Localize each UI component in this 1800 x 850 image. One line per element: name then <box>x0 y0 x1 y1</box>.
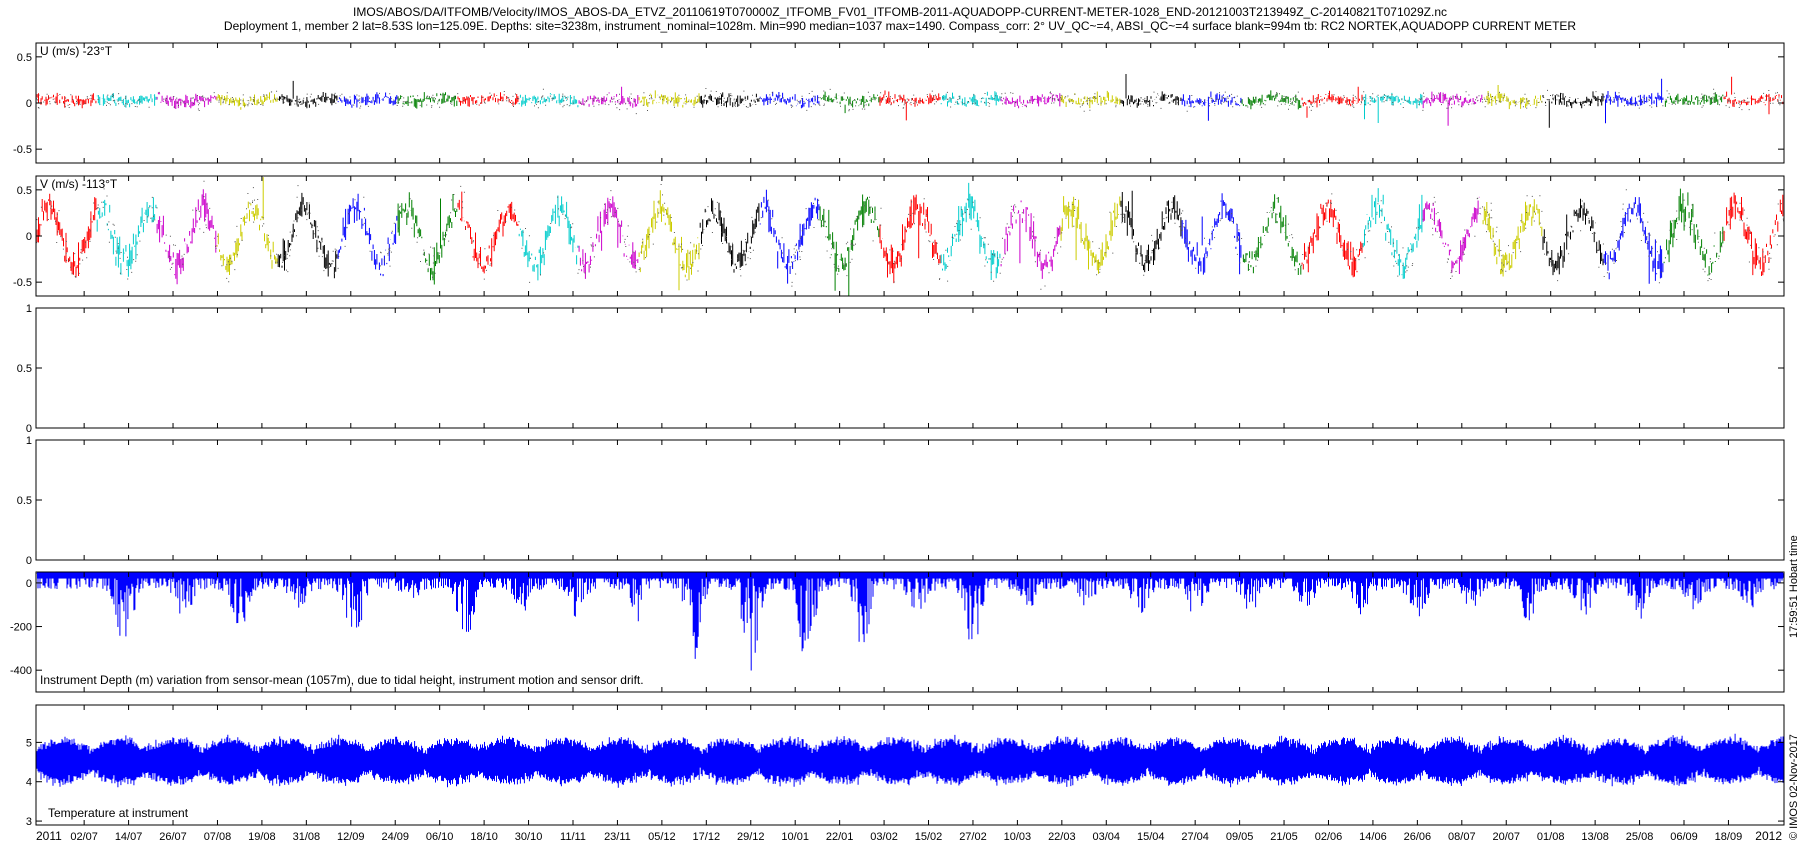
panel-frame <box>35 439 1785 561</box>
series-v-trace <box>156 189 1483 285</box>
y-tick-label: 0 <box>26 578 32 590</box>
series-u-trace <box>397 90 1724 114</box>
y-tick-label: 0 <box>26 423 32 435</box>
x-tick-label: 13/08 <box>1581 831 1609 843</box>
series-v-trace <box>337 189 1664 284</box>
x-tick-label: 20/07 <box>1492 831 1520 843</box>
y-tick-label: 3 <box>26 816 32 828</box>
panel-label-u: U (m/s) -23°T <box>40 44 113 58</box>
imos-copyright-stamp: © IMOS 02-Nov-2017 <box>1788 734 1800 840</box>
series-v-trace <box>35 191 1784 284</box>
panel-label-v: V (m/s) -113°T <box>40 177 118 191</box>
y-tick-label: -0.5 <box>13 144 32 156</box>
x-tick-label: 19/08 <box>248 831 276 843</box>
x-tick-label: 18/09 <box>1715 831 1743 843</box>
x-tick-label: 14/07 <box>115 831 143 843</box>
y-tick-label: -200 <box>10 622 32 634</box>
series-u-dots <box>36 88 1781 115</box>
series-u-trace <box>96 91 1423 123</box>
x-tick-label: 22/03 <box>1048 831 1076 843</box>
x-tick-label: 10/03 <box>1004 831 1032 843</box>
x-tick-label: 07/08 <box>204 831 232 843</box>
panel-label-temp: Temperature at instrument <box>48 806 189 820</box>
series-v-trace <box>397 188 1724 296</box>
panel-frame <box>35 42 1785 164</box>
multi-panel-time-series-figure: -0.5 0 0.5 U (m/s) -23°T -0.5 0 0.5 V (m/s) -11… <box>10 42 1785 843</box>
x-tick-label: 15/04 <box>1137 831 1165 843</box>
series-v-dots <box>36 180 1785 290</box>
x-tick-label: 21/05 <box>1270 831 1298 843</box>
panel-frame <box>35 175 1785 297</box>
y-tick-label: 1 <box>26 435 32 447</box>
y-tick-label: 0.5 <box>17 52 32 64</box>
y-tick-label: 0 <box>26 555 32 567</box>
x-tick-label: 23/11 <box>604 831 631 843</box>
x-tick-label: 15/02 <box>915 831 943 843</box>
y-tick-label: -0.5 <box>13 277 32 289</box>
x-tick-label: 06/09 <box>1670 831 1698 843</box>
x-tick-label: 18/10 <box>470 831 498 843</box>
panel-temp: 3 4 5 Temperature at instrument <box>26 704 1785 828</box>
series-temp-trace <box>35 733 1784 788</box>
x-tick-label: 11/11 <box>560 831 586 843</box>
panel-frame <box>35 307 1785 429</box>
x-tick-label: 02/07 <box>70 831 98 843</box>
panel-v: -0.5 0 0.5 V (m/s) -113°T <box>13 175 1785 297</box>
series-v-trace <box>216 177 1543 291</box>
y-tick-label: -400 <box>10 665 32 677</box>
x-tick-label: 27/02 <box>959 831 987 843</box>
x-tick-label: 03/04 <box>1093 831 1121 843</box>
x-tick-label: 08/07 <box>1448 831 1476 843</box>
x-tick-label: 31/08 <box>293 831 321 843</box>
y-tick-label: 0.5 <box>17 185 32 197</box>
x-tick-label: 05/12 <box>648 831 676 843</box>
x-tick-label: 30/10 <box>515 831 543 843</box>
series-depth-top-band <box>37 572 1783 579</box>
x-year-label: 2012 <box>1755 829 1782 843</box>
series-v-trace <box>96 182 1423 281</box>
x-tick-label: 25/08 <box>1626 831 1654 843</box>
series-v-trace <box>277 190 1604 279</box>
x-tick-label: 14/06 <box>1359 831 1387 843</box>
hobart-time-stamp: 17:59:51 Hobart time <box>1788 535 1800 638</box>
series-depth-trace <box>35 573 1784 671</box>
x-tick-label: 02/06 <box>1315 831 1343 843</box>
y-tick-label: 4 <box>26 777 32 789</box>
panel-empty2: 00.51 <box>17 435 1785 567</box>
x-year-label: 2011 <box>36 829 62 843</box>
y-tick-label: 5 <box>26 737 32 749</box>
x-tick-label: 22/01 <box>826 831 854 843</box>
x-tick-label: 24/09 <box>381 831 409 843</box>
panel-u: -0.5 0 0.5 U (m/s) -23°T <box>13 42 1785 164</box>
x-tick-label: 12/09 <box>337 831 365 843</box>
y-tick-label: 0.5 <box>17 495 32 507</box>
x-tick-label: 26/06 <box>1404 831 1432 843</box>
y-tick-label: 0.5 <box>17 363 32 375</box>
x-tick-label: 06/10 <box>426 831 454 843</box>
x-tick-label: 03/02 <box>870 831 898 843</box>
panel-depth: -400 -200 0 Instrument Depth (m) variation … <box>10 571 1785 693</box>
x-tick-label: 01/08 <box>1537 831 1565 843</box>
panel-empty1: 00.51 <box>17 303 1785 435</box>
x-tick-label: 26/07 <box>159 831 187 843</box>
x-tick-label: 17/12 <box>693 831 721 843</box>
panel-label-depth: Instrument Depth (m) variation from sens… <box>40 673 644 687</box>
x-tick-label: 10/01 <box>781 831 809 843</box>
y-tick-label: 1 <box>26 303 32 315</box>
x-tick-label: 09/05 <box>1226 831 1254 843</box>
y-tick-label: 0 <box>26 98 32 110</box>
y-tick-label: 0 <box>26 231 32 243</box>
x-tick-label: 29/12 <box>737 831 765 843</box>
series-u-trace <box>156 86 1483 126</box>
x-tick-label: 27/04 <box>1181 831 1209 843</box>
